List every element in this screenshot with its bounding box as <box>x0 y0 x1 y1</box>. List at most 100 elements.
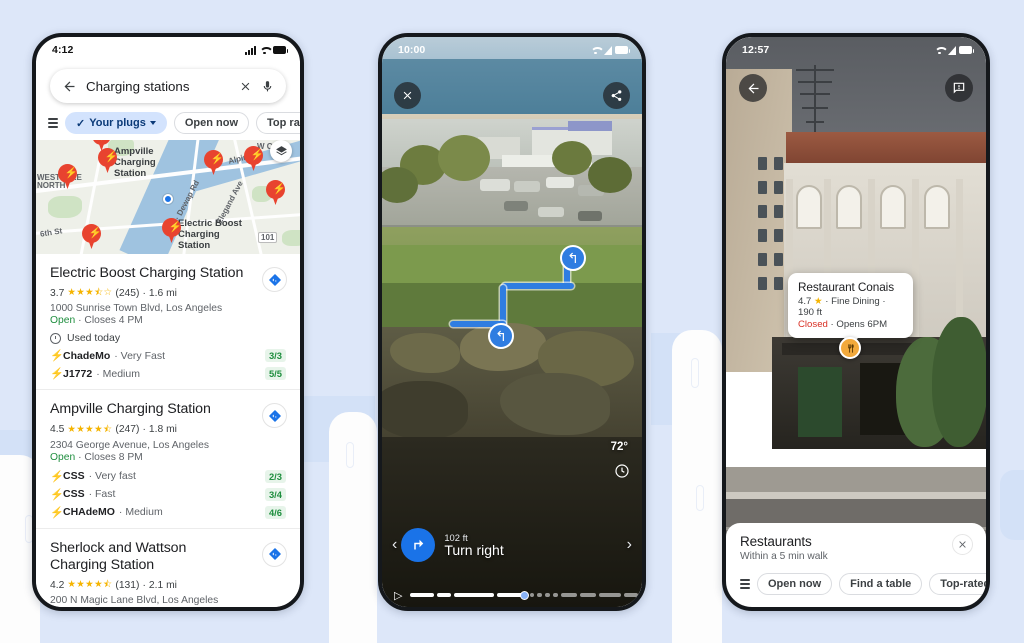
chevron-right-icon[interactable]: › <box>627 536 632 554</box>
directions-arrow-icon[interactable] <box>262 541 287 567</box>
map-pin-7[interactable]: ⚡ <box>82 224 102 249</box>
directions-arrow-icon[interactable] <box>262 267 287 292</box>
poi-category: Fine Dining <box>831 296 880 307</box>
navigation-instruction-bar: ‹ 102 ft Turn right › <box>382 523 642 567</box>
plug-speed: · Medium <box>96 367 140 380</box>
bolt-icon: ⚡ <box>50 488 64 501</box>
status-icons <box>590 45 631 55</box>
map-green-area <box>48 196 82 218</box>
station-card-1[interactable]: Electric Boost Charging Station 3.7 ★★★⯪… <box>36 254 300 389</box>
meta-separator: · <box>142 579 146 591</box>
map-label-101: 101 <box>258 232 278 243</box>
map-pin-6[interactable]: ⚡ <box>266 180 286 205</box>
signal-triangle-icon <box>604 45 612 55</box>
close-icon[interactable] <box>394 82 421 109</box>
close-icon[interactable] <box>952 534 973 555</box>
map-canvas[interactable]: WESTLAKE NORTH Alpine W C 6th St W · Dew… <box>36 132 300 254</box>
map-label-ampville: Ampville Charging Station <box>114 146 156 179</box>
plug-speed-label: Fast <box>95 488 116 501</box>
plug-row: ⚡ J1772 · Medium 5/5 <box>50 367 286 381</box>
sheet-chip-row: Open now Find a table Top-rated More <box>740 573 986 595</box>
chevron-down-icon <box>149 121 156 125</box>
sheet-title: Restaurants <box>740 534 812 549</box>
station-meta: 4.5 ★★★★⯪ (247) · 1.8 mi <box>50 422 286 438</box>
map-pin-electric-boost[interactable]: ⚡ <box>162 218 182 243</box>
search-bar[interactable]: Charging stations <box>50 69 286 103</box>
restaurants-bottom-sheet[interactable]: Restaurants Within a 5 min walk Open now… <box>726 523 986 607</box>
station-card-3[interactable]: Sherlock and Wattson Charging Station 4.… <box>36 527 300 607</box>
plug-speed: · Very fast <box>88 470 136 483</box>
station-card-2[interactable]: Ampville Charging Station 4.5 ★★★★⯪ (247… <box>36 389 300 527</box>
poi-status: Closed <box>798 319 828 330</box>
play-icon[interactable]: ▷ <box>394 589 402 602</box>
star-rating-icon: ★★★⯪☆ <box>67 287 113 299</box>
playback-timeline[interactable]: ▷ <box>382 582 642 607</box>
phone-street-view: 12:57 Restaurant Conais 4.7 ★ · Fine Din… <box>722 33 990 611</box>
plug-speed-label: Very fast <box>95 470 136 483</box>
closes-label: Closes 8 PM <box>84 451 143 463</box>
map-pin-4[interactable]: ⚡ <box>204 150 224 175</box>
plug-availability: 2/3 <box>264 469 286 483</box>
timeline-track[interactable] <box>410 590 642 600</box>
aerial-imagery[interactable]: ↰ ↰ <box>382 37 642 607</box>
map-layers-icon[interactable] <box>270 140 292 162</box>
poi-sep-2: · <box>882 296 886 307</box>
station-hours: Open · Closes 4 PM <box>50 315 286 326</box>
poi-sep: · <box>825 296 829 307</box>
signal-bars-icon <box>245 45 256 55</box>
signal-triangle-icon <box>948 45 956 55</box>
share-icon[interactable] <box>603 82 630 109</box>
microphone-icon[interactable] <box>261 80 274 93</box>
ghost-phone-side-button <box>346 442 354 468</box>
map-pin-3[interactable]: ⚡ <box>58 164 78 189</box>
chip-label: Open now <box>184 117 239 129</box>
chip-top-rated[interactable]: Top rated <box>256 112 300 134</box>
poi-sep-3: · <box>830 319 834 330</box>
plug-row: ⚡ ChadeMo · Very Fast 3/3 <box>50 349 286 363</box>
chip-find-a-table[interactable]: Find a table <box>839 573 923 595</box>
restaurant-fork-knife-icon[interactable] <box>839 337 861 359</box>
check-icon: ✓ <box>76 117 86 130</box>
arrow-left-icon[interactable] <box>739 74 767 102</box>
close-icon[interactable] <box>239 80 252 93</box>
status-icons <box>245 45 289 55</box>
results-list[interactable]: Electric Boost Charging Station 3.7 ★★★⯪… <box>36 254 300 607</box>
meta-separator: · <box>142 424 146 436</box>
wifi-icon <box>934 46 945 55</box>
chip-your-plugs[interactable]: ✓ Your plugs <box>65 112 167 134</box>
map-pin-5[interactable]: ⚡ <box>244 146 264 171</box>
plant-foliage-2 <box>932 317 986 447</box>
arrow-left-icon[interactable] <box>62 79 77 94</box>
current-location-dot <box>163 194 173 204</box>
time-of-day-icon[interactable] <box>611 460 633 482</box>
battery-icon <box>273 46 289 54</box>
chevron-left-icon[interactable]: ‹ <box>392 536 397 554</box>
status-bar-phone2: 10:00 <box>382 37 642 61</box>
chip-top-rated[interactable]: Top-rated <box>929 573 986 595</box>
plug-availability: 5/5 <box>264 367 286 381</box>
plug-row: ⚡ CSS · Very fast 2/3 <box>50 469 286 483</box>
filter-sliders-icon[interactable] <box>740 579 750 589</box>
search-header: Charging stations ✓ Your plugs Open now <box>36 61 300 140</box>
chip-open-now[interactable]: Open now <box>757 573 833 595</box>
plug-availability: 4/6 <box>264 505 286 519</box>
poi-callout[interactable]: Restaurant Conais 4.7 ★ · Fine Dining · … <box>788 273 913 338</box>
timeline-knob[interactable] <box>520 590 530 600</box>
phone-immersive-nav: ↰ ↰ 10:00 72° ‹ 102 ft Turn right › ▷ <box>378 33 646 611</box>
maneuver-pill[interactable]: 102 ft Turn right <box>401 528 504 562</box>
station-title: Electric Boost Charging Station <box>50 265 244 281</box>
plug-row: ⚡ CSS · Fast 3/4 <box>50 487 286 501</box>
screen-immersive-nav: ↰ ↰ 10:00 72° ‹ 102 ft Turn right › ▷ <box>382 37 642 607</box>
station-reviews: (131) <box>115 579 140 591</box>
screen-ev-charging: 4:12 Charging stations ✓ Your plugs Open… <box>36 37 300 607</box>
chip-open-now[interactable]: Open now <box>173 112 250 134</box>
map-pin-2[interactable]: ⚡ <box>98 148 118 173</box>
station-distance: 2.1 mi <box>148 579 177 591</box>
station-title: Sherlock and Wattson Charging Station <box>50 539 187 573</box>
station-title: Ampville Charging Station <box>50 401 211 418</box>
filter-sliders-icon[interactable] <box>48 118 58 128</box>
search-input[interactable]: Charging stations <box>86 79 230 94</box>
background-ghost-phone-right <box>672 330 722 643</box>
feedback-chat-icon[interactable] <box>945 74 973 102</box>
star-icon: ★ <box>814 296 823 307</box>
